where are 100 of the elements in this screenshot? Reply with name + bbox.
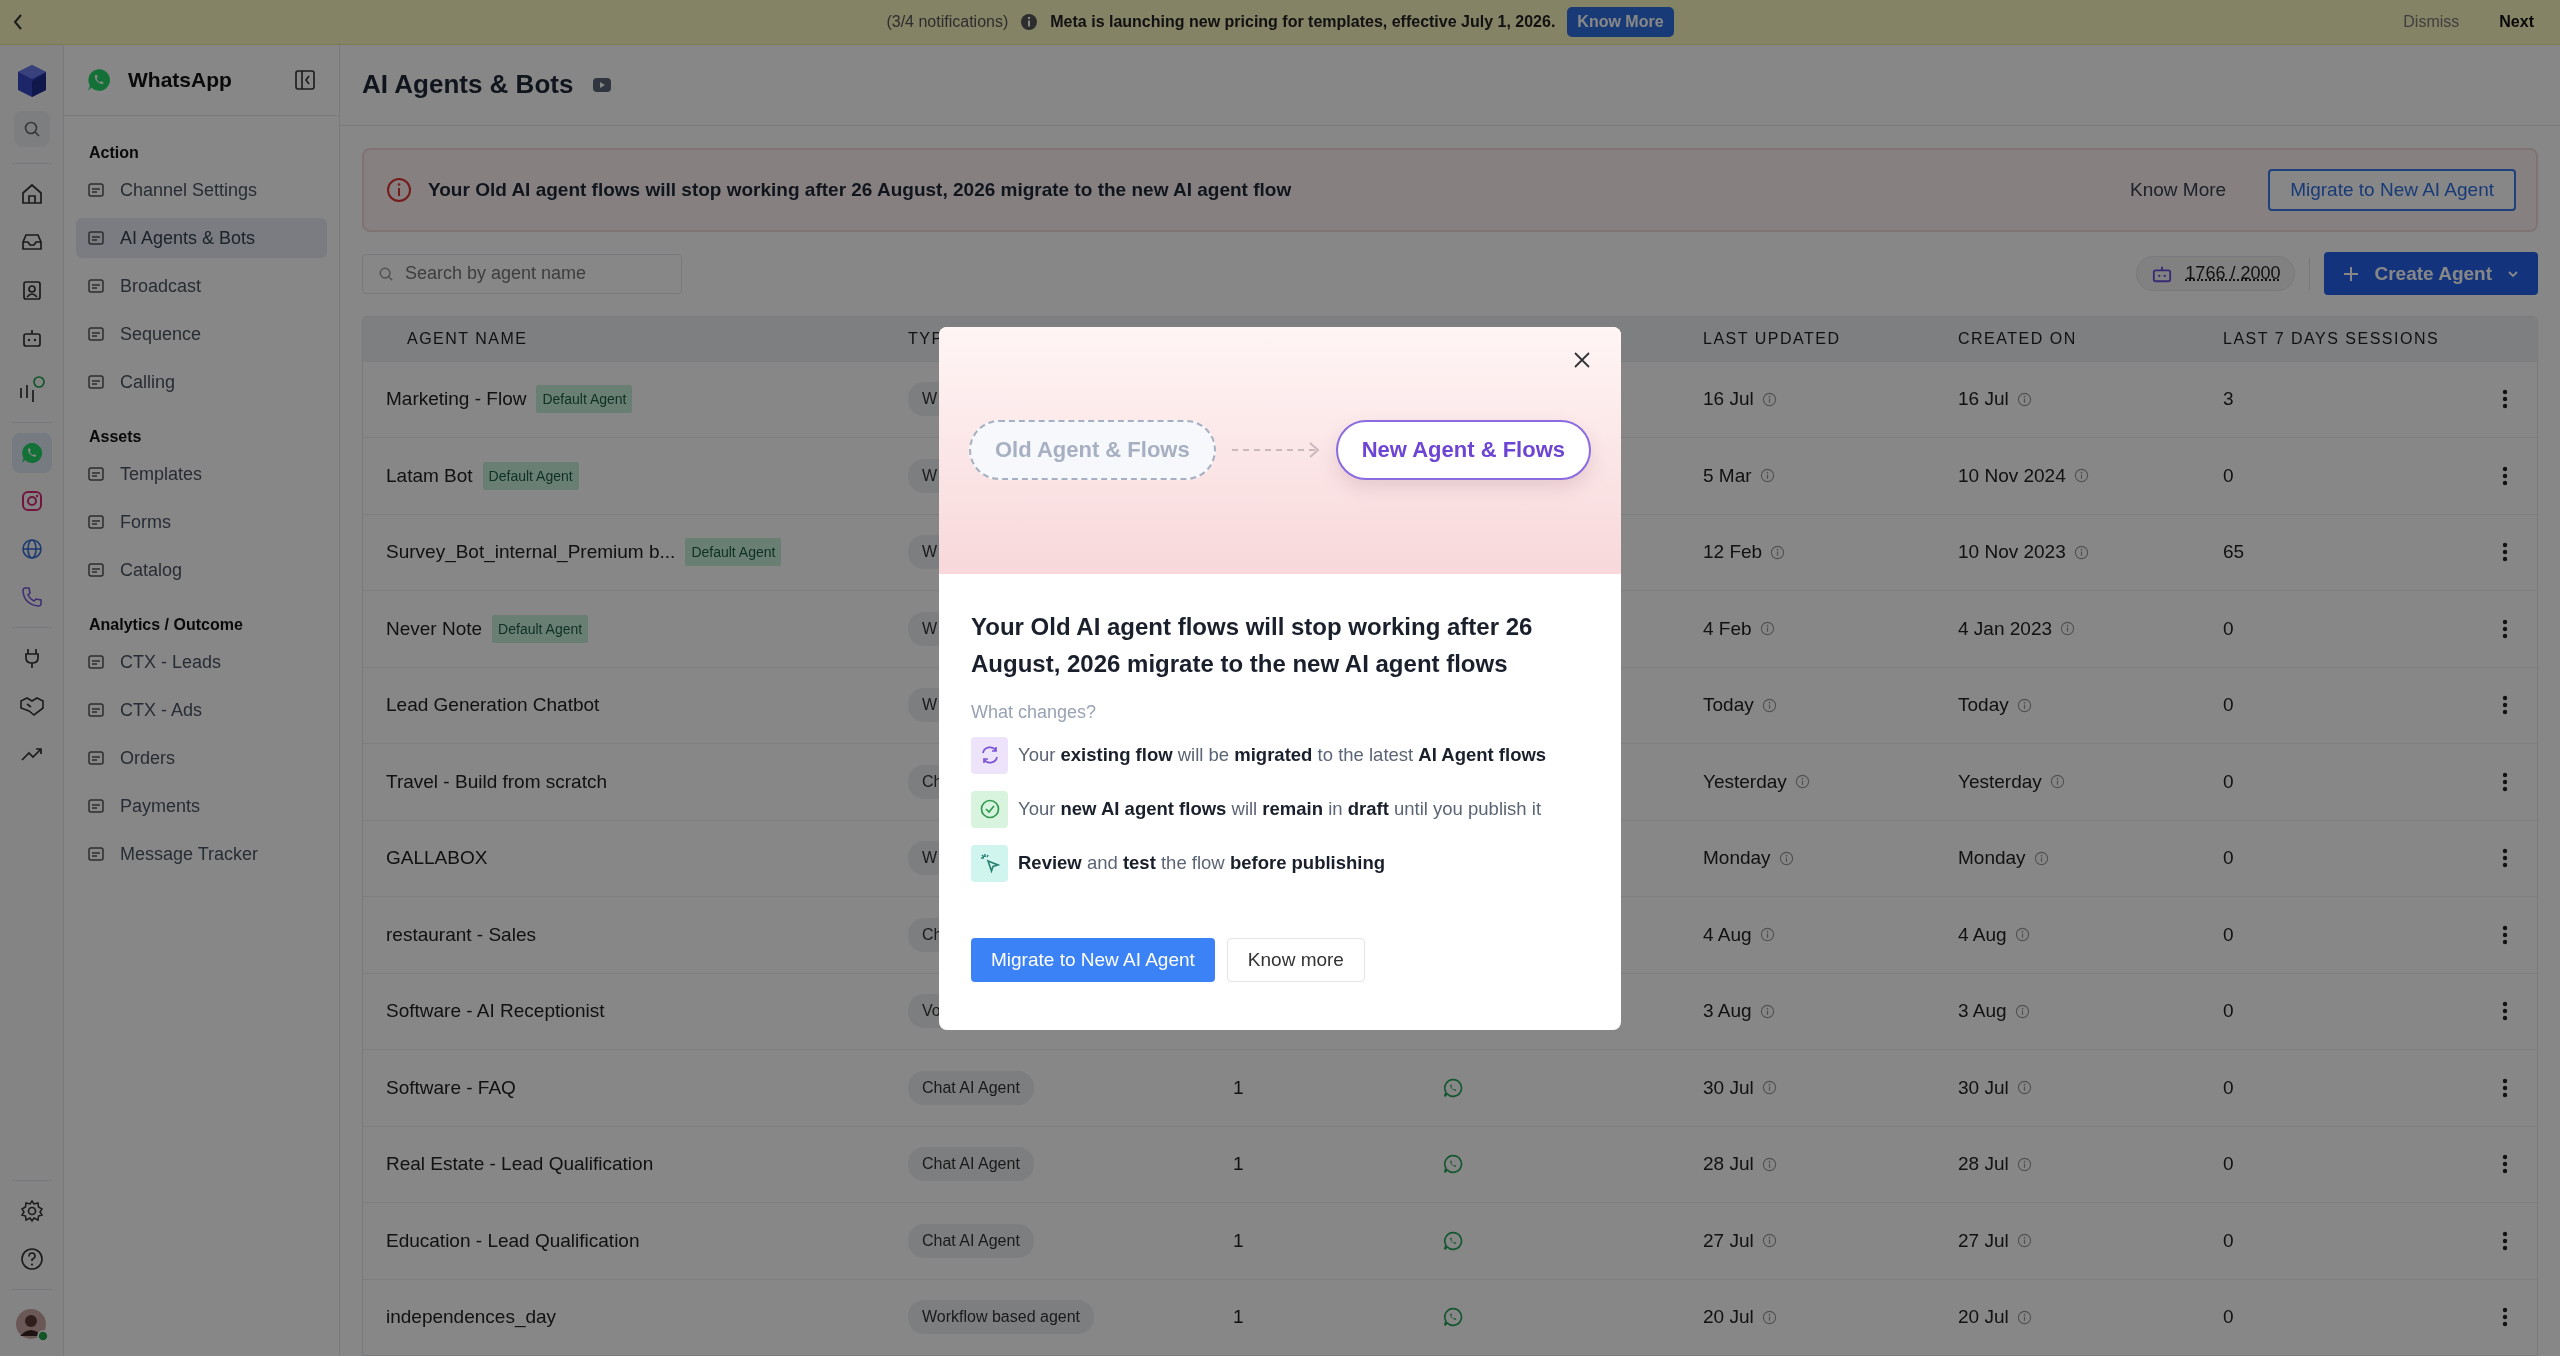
collapse-sidebar-icon[interactable]: [295, 70, 315, 90]
agent-usage-counter[interactable]: 1766 / 2000: [2136, 256, 2296, 291]
settings-icon[interactable]: [19, 1199, 44, 1223]
more-options-icon[interactable]: [2502, 1230, 2508, 1251]
sidebar-item[interactable]: Message Tracker: [76, 834, 327, 874]
session-count: 0: [2223, 923, 2234, 946]
created-on-date: 30 Jul: [1958, 1076, 2009, 1099]
agent-name[interactable]: restaurant - Sales: [386, 923, 536, 946]
agent-name[interactable]: Never Note: [386, 617, 483, 640]
sidebar-item[interactable]: Channel Settings: [76, 170, 327, 210]
sidebar-item[interactable]: Sequence: [76, 314, 327, 354]
more-options-icon[interactable]: [2502, 1077, 2508, 1098]
agent-name[interactable]: Survey_Bot_internal_Premium b...: [386, 541, 676, 564]
sidebar-item[interactable]: Broadcast: [76, 266, 327, 306]
user-avatar[interactable]: [14, 1308, 49, 1342]
more-options-icon[interactable]: [2502, 771, 2508, 792]
info-icon: [1020, 13, 1039, 31]
session-count: 0: [2223, 1076, 2234, 1099]
sidebar-item[interactable]: Forms: [76, 502, 327, 542]
info-icon: [2049, 774, 2065, 790]
next-button[interactable]: Next: [2499, 13, 2548, 31]
document-icon: [86, 180, 106, 200]
notification-message: Meta is launching new pricing for templates, effective July 1, 2026.: [1050, 13, 1556, 31]
old-flow-step: Old Agent & Flows: [968, 420, 1216, 480]
sidebar-item[interactable]: Payments: [76, 786, 327, 826]
session-count: 0: [2223, 847, 2234, 870]
agent-name[interactable]: GALLABOX: [386, 847, 488, 870]
search-button[interactable]: [13, 111, 50, 147]
sidebar-item[interactable]: CTX - Leads: [76, 642, 327, 682]
agent-name[interactable]: Software - AI Receptionist: [386, 1000, 605, 1023]
info-icon: [2014, 1003, 2030, 1019]
agent-name[interactable]: Education - Lead Qualification: [386, 1229, 640, 1252]
info-icon: [1759, 1003, 1775, 1019]
close-icon[interactable]: [1573, 350, 1591, 369]
info-icon: [1761, 697, 1777, 713]
plus-icon: [2342, 264, 2361, 283]
dashed-arrow-icon: [1229, 440, 1322, 460]
more-options-icon[interactable]: [2502, 618, 2508, 639]
sidebar-item[interactable]: Calling: [76, 362, 327, 402]
sidebar-item[interactable]: Catalog: [76, 550, 327, 590]
migrate-button[interactable]: Migrate to New AI Agent: [971, 937, 1215, 982]
video-icon[interactable]: [593, 77, 612, 92]
sidebar-title: WhatsApp: [128, 68, 232, 92]
home-icon[interactable]: [19, 182, 44, 206]
agent-name[interactable]: Software - FAQ: [386, 1076, 516, 1099]
whatsapp-logo-icon: [86, 67, 112, 93]
created-on-date: Yesterday: [1958, 770, 2042, 793]
help-icon[interactable]: [19, 1247, 44, 1271]
migrate-button[interactable]: Migrate to New AI Agent: [2268, 168, 2516, 211]
instagram-icon: [19, 489, 44, 513]
back-icon[interactable]: [12, 13, 24, 31]
more-options-icon[interactable]: [2502, 389, 2508, 410]
info-icon: [1761, 1156, 1777, 1172]
agent-name[interactable]: Real Estate - Lead Qualification: [386, 1153, 654, 1176]
created-on-date: Monday: [1958, 847, 2026, 870]
info-icon: [2060, 621, 2076, 637]
more-options-icon[interactable]: [2502, 695, 2508, 716]
new-flow-step: New Agent & Flows: [1335, 420, 1591, 480]
agent-name[interactable]: Lead Generation Chatbot: [386, 694, 600, 717]
sidebar-item[interactable]: CTX - Ads: [76, 690, 327, 730]
sidebar-item[interactable]: Orders: [76, 738, 327, 778]
know-more-link[interactable]: Know More: [2124, 177, 2233, 202]
more-options-icon[interactable]: [2502, 542, 2508, 563]
more-options-icon[interactable]: [2502, 1001, 2508, 1022]
document-icon: [86, 748, 106, 768]
know-more-button[interactable]: Know more: [1226, 937, 1365, 982]
info-icon: [2073, 468, 2089, 484]
usage-count: 1766 / 2000: [2185, 263, 2281, 284]
agent-name[interactable]: Latam Bot: [386, 464, 473, 487]
default-agent-tag: Default Agent: [536, 385, 633, 414]
create-agent-button[interactable]: Create Agent: [2324, 252, 2538, 295]
search-field[interactable]: Search by agent name: [362, 253, 682, 294]
session-count: 0: [2223, 617, 2234, 640]
more-options-icon[interactable]: [2502, 465, 2508, 486]
document-icon: [86, 372, 106, 392]
more-options-icon[interactable]: [2502, 1307, 2508, 1328]
created-on-date: 27 Jul: [1958, 1229, 2009, 1252]
dismiss-button[interactable]: Dismiss: [2403, 13, 2460, 31]
session-count: 0: [2223, 1000, 2234, 1023]
more-options-icon[interactable]: [2502, 1154, 2508, 1175]
session-count: 65: [2223, 541, 2245, 564]
whatsapp-icon: [19, 441, 44, 465]
more-options-icon[interactable]: [2502, 924, 2508, 945]
default-agent-tag: Default Agent: [482, 461, 579, 490]
sidebar-item[interactable]: Templates: [76, 454, 327, 494]
sidebar-item[interactable]: AI Agents & Bots: [76, 218, 327, 258]
info-icon: [1761, 391, 1777, 407]
more-options-icon[interactable]: [2502, 848, 2508, 869]
whatsapp-icon: [1443, 1077, 1463, 1098]
column-header: AGENT NAME: [406, 329, 529, 348]
globe-icon: [19, 537, 44, 561]
agent-name[interactable]: Travel - Build from scratch: [386, 770, 607, 793]
agent-type-tag: Chat AI Agent: [908, 1223, 1034, 1258]
dialog-subheading: What changes?: [971, 701, 1098, 723]
last-updated-date: 5 Mar: [1703, 464, 1752, 487]
created-on-date: 20 Jul: [1958, 1306, 2009, 1329]
agent-name[interactable]: Marketing - Flow: [386, 388, 527, 411]
know-more-button[interactable]: Know More: [1567, 7, 1674, 37]
agent-name[interactable]: independences_day: [386, 1306, 557, 1329]
session-count: 0: [2223, 1153, 2234, 1176]
